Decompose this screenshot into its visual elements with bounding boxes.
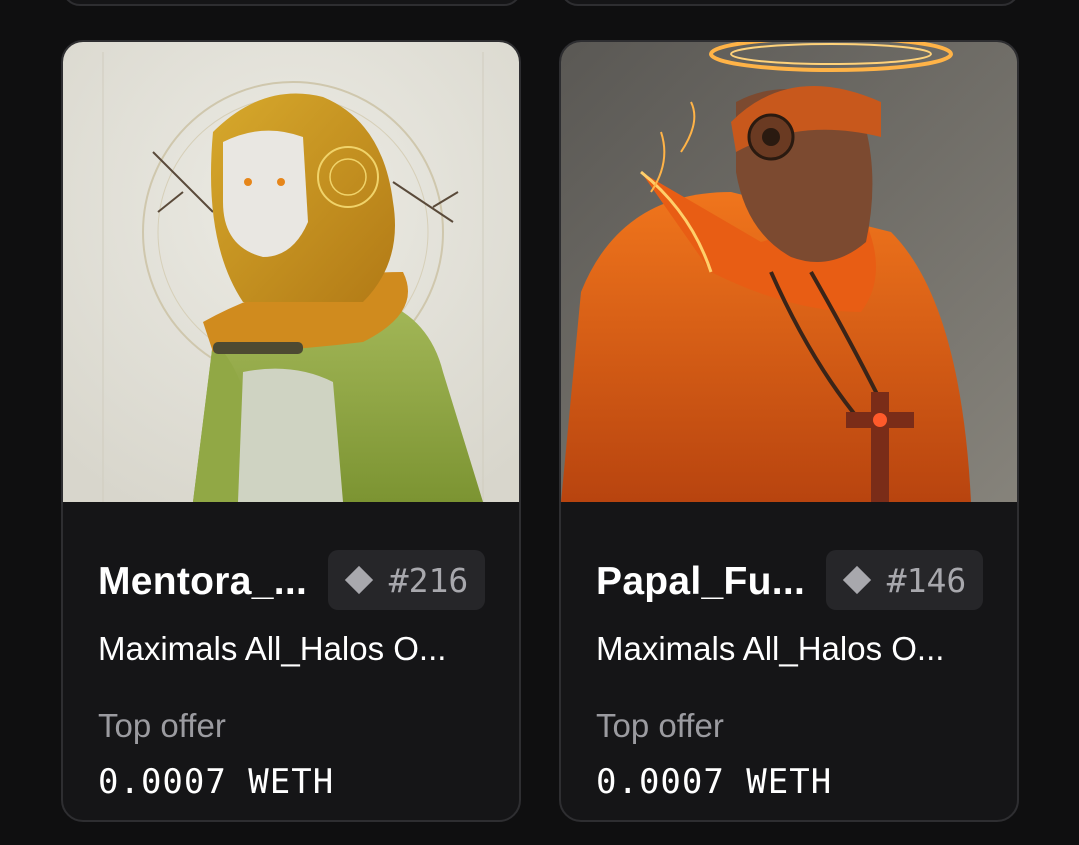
previous-nft-card[interactable] xyxy=(62,0,522,6)
ethereum-diamond-icon xyxy=(344,565,373,595)
nft-name[interactable]: Papal_Fu... xyxy=(596,560,805,604)
nft-artwork xyxy=(561,42,1017,502)
collection-name[interactable]: Maximals All_Halos O... xyxy=(596,630,944,668)
token-id-badge: #146 xyxy=(826,550,983,610)
name-row: Papal_Fu... #146 xyxy=(596,550,983,610)
nft-card[interactable]: Mentora_... #216 Maximals All_Halos O...… xyxy=(61,40,521,822)
nft-image[interactable] xyxy=(63,42,519,502)
token-id-badge: #216 xyxy=(328,550,485,610)
top-offer-value: 0.0007 WETH xyxy=(98,762,335,802)
token-id: #216 xyxy=(388,560,469,600)
top-offer-label: Top offer xyxy=(98,707,226,744)
top-offer-label: Top offer xyxy=(596,707,724,744)
top-offer-value: 0.0007 WETH xyxy=(596,762,833,802)
nft-grid: Mentora_... #216 Maximals All_Halos O...… xyxy=(0,0,1079,845)
ethereum-diamond-icon xyxy=(842,565,871,595)
token-id: #146 xyxy=(886,560,967,600)
nft-image[interactable] xyxy=(561,42,1017,502)
collection-name[interactable]: Maximals All_Halos O... xyxy=(98,630,446,668)
nft-card[interactable]: Papal_Fu... #146 Maximals All_Halos O...… xyxy=(559,40,1019,822)
nft-name[interactable]: Mentora_... xyxy=(98,560,307,604)
name-row: Mentora_... #216 xyxy=(98,550,485,610)
nft-artwork xyxy=(63,42,519,502)
previous-nft-card[interactable] xyxy=(560,0,1020,6)
